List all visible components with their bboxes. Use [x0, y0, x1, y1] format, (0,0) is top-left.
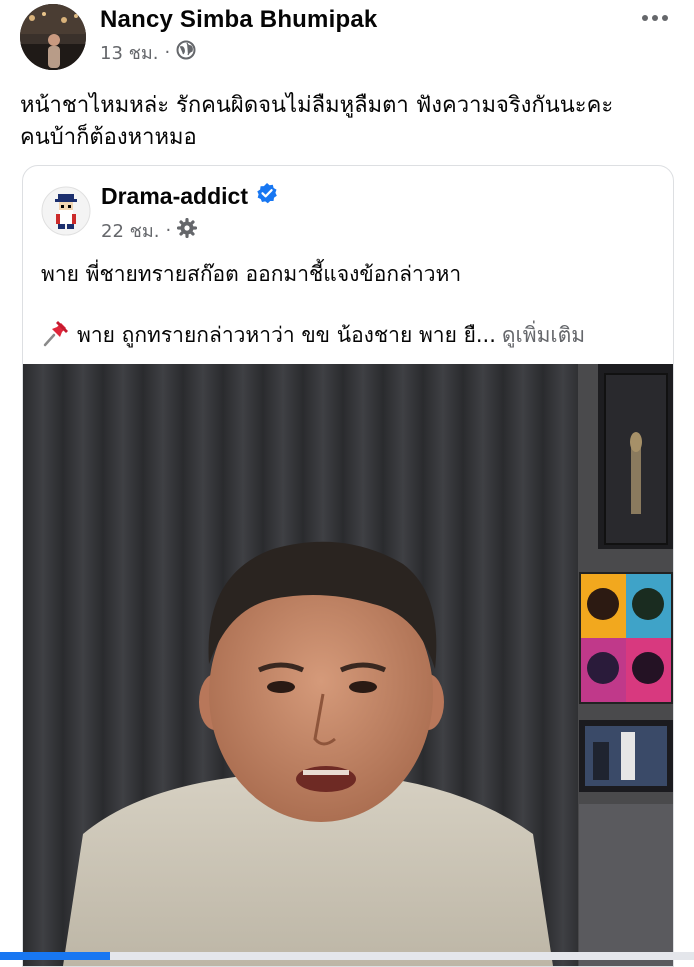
post-meta: 13 ชม. · — [100, 40, 196, 64]
post-text-line-1: หน้าชาไหมหล่ะ รักคนผิดจนไม่ลืมหูลืมตา ฟั… — [20, 93, 614, 118]
shared-author-name[interactable]: Drama-addict — [101, 183, 248, 210]
post-header: Nancy Simba Bhumipak 13 ชม. · — [0, 0, 694, 80]
pushpin-icon — [41, 318, 71, 353]
meta-separator: · — [164, 41, 171, 63]
shared-post-card[interactable]: Drama-addict 22 ชม. · พาย พี่ชายทรายสก๊อ… — [22, 165, 674, 967]
gear-icon — [177, 217, 198, 243]
progress-bar-fill — [0, 952, 110, 960]
author-avatar[interactable] — [20, 4, 86, 70]
shared-post-time[interactable]: 22 ชม. — [101, 216, 159, 245]
post-text: หน้าชาไหมหล่ะ รักคนผิดจนไม่ลืมหูลืมตา ฟั… — [20, 90, 680, 154]
shared-post-meta: 22 ชม. · — [101, 216, 198, 245]
post-text-line-2: คนบ้าก็ต้องหาหมอ — [20, 125, 197, 150]
shared-author-row: Drama-addict — [101, 182, 278, 210]
verified-badge-icon — [256, 182, 278, 210]
post-time[interactable]: 13 ชม. — [100, 38, 158, 67]
shared-post-body-text: พาย ถูกทรายกล่าวหาว่า ขข น้องชาย พาย ยื.… — [77, 323, 496, 347]
more-horizontal-icon[interactable] — [640, 8, 670, 28]
author-name[interactable]: Nancy Simba Bhumipak — [100, 6, 377, 34]
globe-icon — [176, 40, 196, 65]
see-more-link[interactable]: ดูเพิ่มเติม — [502, 319, 585, 352]
shared-post-headline: พาย พี่ชายทรายสก๊อต ออกมาชี้แจงข้อกล่าวห… — [41, 262, 462, 286]
video-preview[interactable] — [23, 364, 673, 966]
shared-meta-separator: · — [165, 220, 172, 241]
progress-bar — [0, 952, 694, 960]
shared-author-avatar[interactable] — [41, 186, 91, 236]
shared-post-body: พาย ถูกทรายกล่าวหาว่า ขข น้องชาย พาย ยื.… — [41, 318, 585, 353]
